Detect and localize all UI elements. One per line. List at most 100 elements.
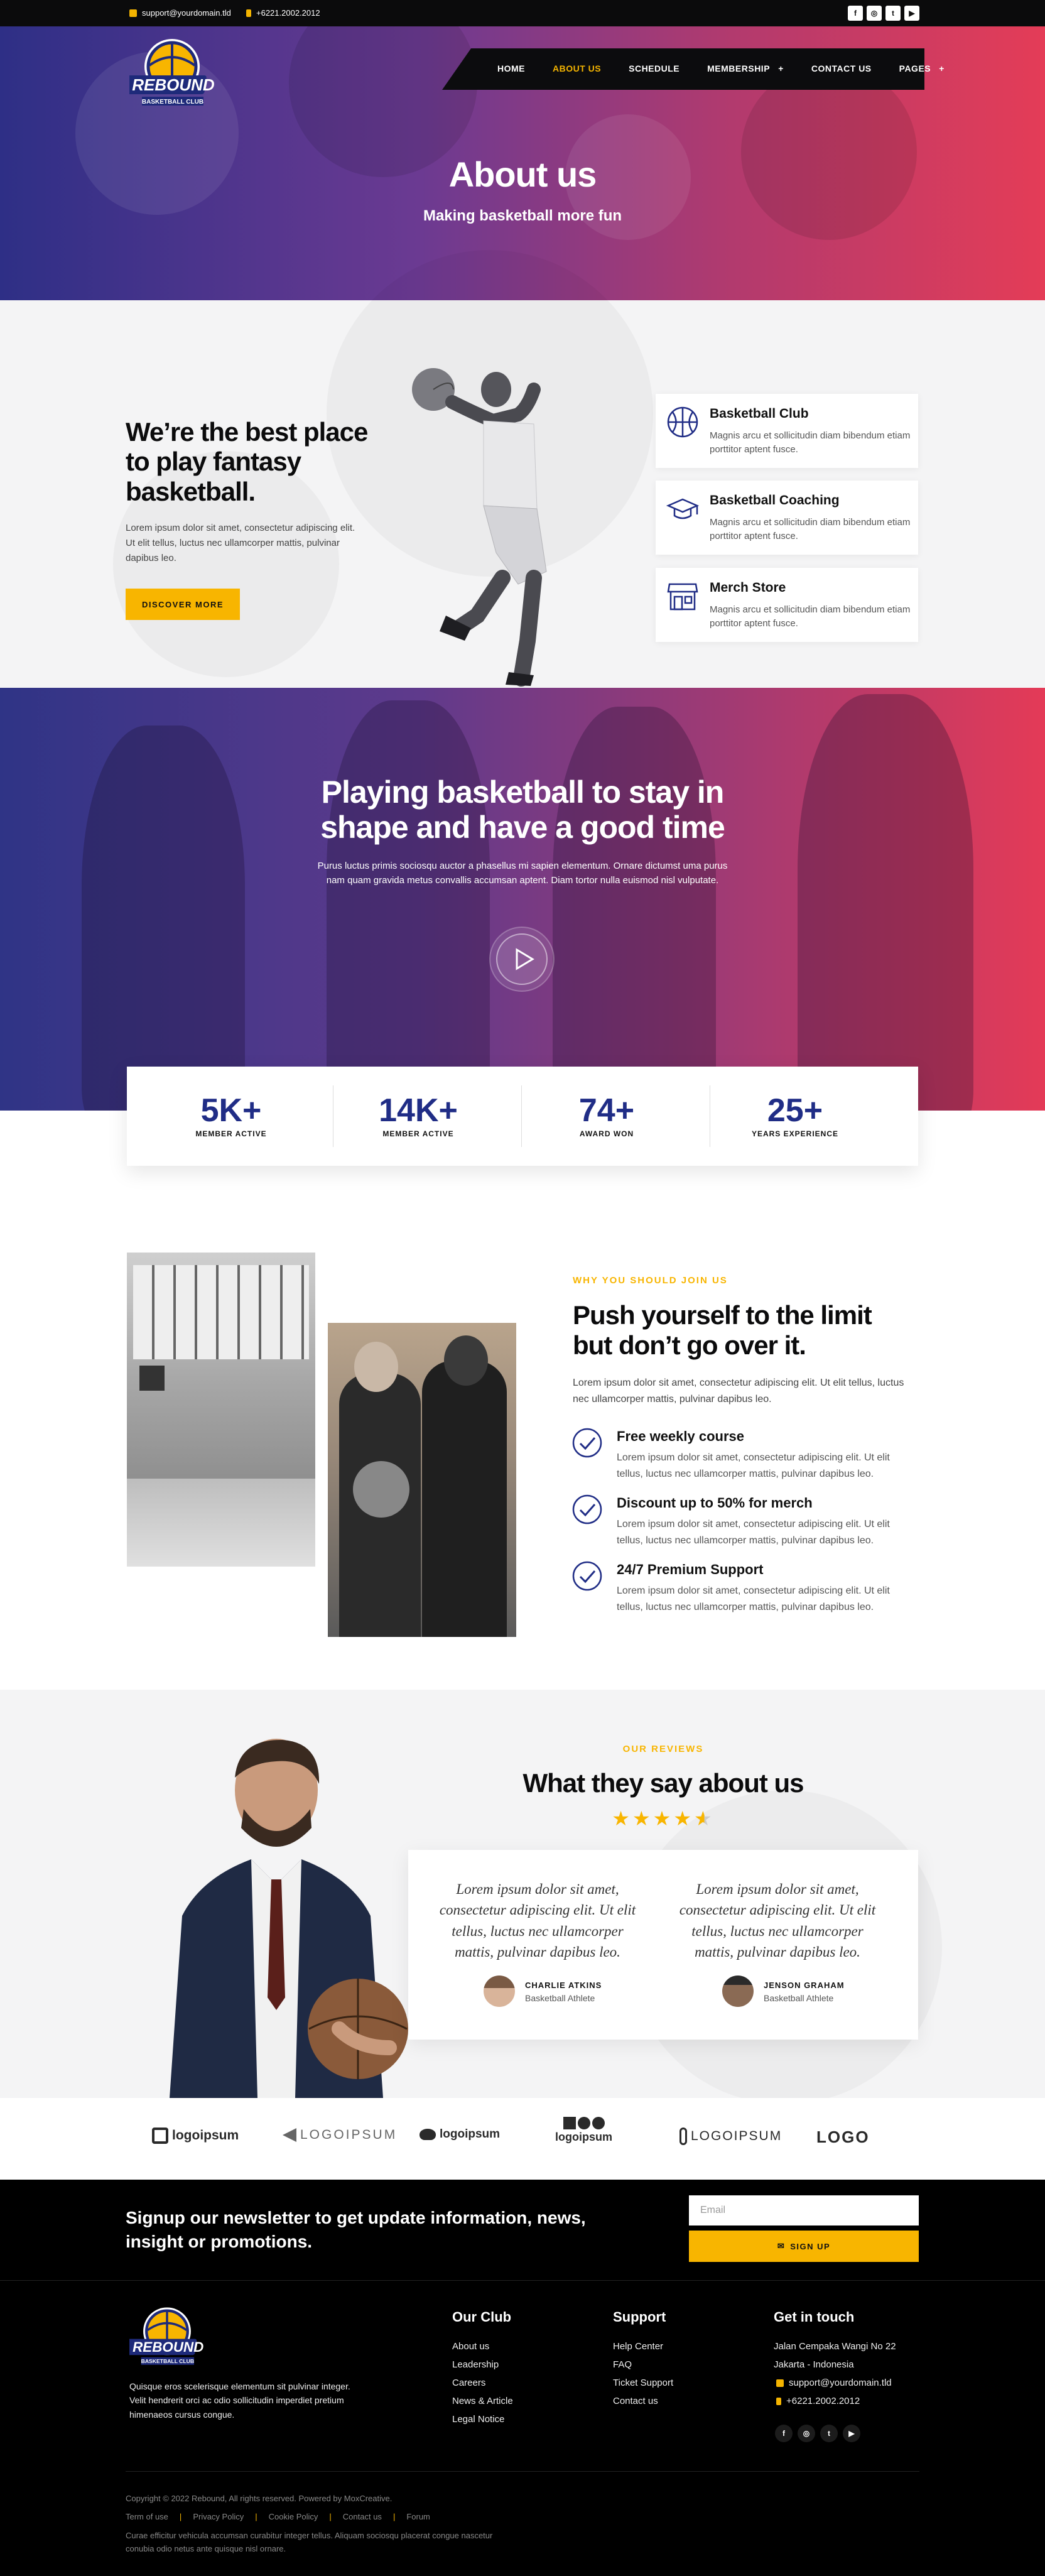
newsletter-email-input[interactable]: Email: [689, 2195, 919, 2225]
facebook-icon[interactable]: f: [775, 2425, 793, 2442]
footer-link[interactable]: Leadership: [452, 2359, 499, 2370]
legal-link[interactable]: Cookie Policy: [269, 2512, 318, 2521]
reviewer-role: Basketball Athlete: [764, 1993, 834, 2003]
gym-floor: [127, 1479, 315, 1567]
footer-link[interactable]: Careers: [452, 2378, 485, 2388]
nav-membership-label: MEMBERSHIP: [707, 63, 771, 73]
review-quote: Lorem ipsum dolor sit amet, consectetur …: [679, 1881, 876, 1960]
youtube-icon[interactable]: ▶: [843, 2425, 860, 2442]
footer-link[interactable]: Ticket Support: [613, 2378, 673, 2388]
player-silhouette: [327, 700, 490, 1111]
footer-phone[interactable]: +6221.2002.2012: [776, 2396, 860, 2406]
video-heading: Playing basketball to stay in shape and …: [320, 774, 725, 845]
footer-email[interactable]: support@yourdomain.tld: [776, 2378, 892, 2388]
store-icon: [667, 583, 698, 611]
basketball: [353, 1461, 409, 1518]
stat-item: 74+ AWARD WON: [512, 1067, 701, 1166]
legal-links: Term of use | Privacy Policy | Cookie Poli…: [126, 2512, 430, 2521]
reviewer-name: CHARLIE ATKINS: [525, 1981, 602, 1990]
twitter-icon[interactable]: t: [820, 2425, 838, 2442]
brand-logo[interactable]: REBOUND BASKETBALL CLUB: [129, 36, 215, 109]
phone-icon: [246, 9, 251, 17]
footer-logo[interactable]: REBOUND BASKETBALL CLUB: [129, 2305, 205, 2368]
newsletter-text: Signup our newsletter to get update info…: [126, 2208, 586, 2251]
footer-link[interactable]: News & Article: [452, 2396, 513, 2406]
nav-about-us[interactable]: ABOUT US: [553, 63, 601, 73]
card-basketball-club[interactable]: Basketball Club Magnis arcu et sollicitu…: [656, 394, 918, 468]
brand-name: REBOUND: [133, 2339, 203, 2355]
basketball-icon: [667, 406, 698, 438]
footer-heading: Support: [613, 2309, 666, 2325]
reviews-carousel: Lorem ipsum dolor sit amet, consectetur …: [408, 1850, 918, 2040]
page-title: About us: [448, 155, 597, 194]
join-text: Lorem ipsum dolor sit amet, consectetur …: [573, 1378, 904, 1405]
logo-mark-icon: [680, 2128, 687, 2145]
card-text: Magnis arcu et sollicitudin diam bibendu…: [710, 430, 911, 455]
youtube-icon[interactable]: ▶: [904, 6, 919, 21]
signup-button[interactable]: ✉ SIGN UP: [689, 2231, 919, 2262]
divider: [126, 2471, 919, 2472]
footer-socials: f ◎ t ▶: [775, 2425, 860, 2442]
footer-heading: Our Club: [452, 2309, 512, 2325]
nav-contact-us[interactable]: CONTACT US: [811, 63, 872, 73]
feature-text: Lorem ipsum dolor sit amet, consectetur …: [617, 1452, 890, 1479]
legal-link[interactable]: Contact us: [343, 2512, 382, 2521]
card-merch-store[interactable]: Merch Store Magnis arcu et sollicitudin …: [656, 568, 918, 642]
envelope-icon: ✉: [777, 2241, 786, 2251]
basket-hoop: [139, 1366, 165, 1391]
check-circle-icon: [572, 1494, 602, 1524]
instagram-icon[interactable]: ◎: [798, 2425, 815, 2442]
logo-text: logoipsum: [172, 2128, 239, 2143]
legal-link[interactable]: Privacy Policy: [193, 2512, 244, 2521]
logo-text: logoipsum: [440, 2128, 501, 2141]
topbar-phone[interactable]: +6221.2002.2012: [246, 8, 320, 18]
top-bar: support@yourdomain.tld +6221.2002.2012 f…: [0, 0, 1045, 26]
stat-value: 14K+: [379, 1092, 458, 1129]
nav-schedule[interactable]: SCHEDULE: [629, 63, 680, 73]
play-video-button[interactable]: [489, 926, 555, 992]
star-icon: ★: [632, 1807, 653, 1830]
copyright: Copyright © 2022 Rebound, All rights res…: [126, 2494, 393, 2503]
card-title: Basketball Coaching: [710, 493, 840, 508]
topbar-email[interactable]: support@yourdomain.tld: [129, 8, 231, 18]
topbar-email-text: support@yourdomain.tld: [142, 8, 231, 18]
footer-link[interactable]: Contact us: [613, 2396, 658, 2406]
feature-text: Lorem ipsum dolor sit amet, consectetur …: [617, 1519, 890, 1546]
separator: |: [393, 2512, 396, 2521]
partner-logos: logoipsum LOGOIPSUM logoipsum logoipsum …: [0, 2098, 1045, 2180]
logo-text: LOGOIPSUM: [691, 2129, 782, 2143]
divider: [0, 2280, 1045, 2281]
footer-link[interactable]: Help Center: [613, 2341, 663, 2352]
discover-more-button[interactable]: DISCOVER MORE: [126, 589, 240, 620]
star-half-icon: ★: [694, 1807, 715, 1830]
card-basketball-coaching[interactable]: Basketball Coaching Magnis arcu et solli…: [656, 481, 918, 555]
reviewer-role: Basketball Athlete: [525, 1993, 595, 2003]
separator: |: [255, 2512, 257, 2521]
nav-pages-label: PAGES: [899, 63, 931, 73]
nav-pages[interactable]: PAGES +: [899, 63, 945, 73]
legal-link[interactable]: Forum: [406, 2512, 430, 2521]
instagram-icon[interactable]: ◎: [867, 6, 882, 21]
footer-link[interactable]: About us: [452, 2341, 489, 2352]
nav-home[interactable]: HOME: [497, 63, 525, 73]
nav-membership[interactable]: MEMBERSHIP +: [707, 63, 784, 73]
feature-text: Lorem ipsum dolor sit amet, consectetur …: [617, 1585, 890, 1612]
email-icon: [776, 2379, 784, 2387]
legal-link[interactable]: Term of use: [126, 2512, 168, 2521]
logo-mark-icon: [563, 2117, 605, 2129]
footer-link[interactable]: FAQ: [613, 2359, 632, 2370]
footer-about: Quisque eros scelerisque elementum sit p…: [129, 2381, 350, 2420]
brand-tagline: BASKETBALL CLUB: [142, 99, 203, 106]
separator: |: [329, 2512, 332, 2521]
gym-photo: [127, 1253, 315, 1567]
gym-windows: [133, 1265, 309, 1359]
facebook-icon[interactable]: f: [848, 6, 863, 21]
avatar: [722, 1975, 754, 2007]
player-silhouette: [798, 694, 973, 1111]
footer-address: Jakarta - Indonesia: [774, 2359, 854, 2370]
twitter-icon[interactable]: t: [885, 6, 901, 21]
stat-label: AWARD WON: [579, 1129, 634, 1138]
email-icon: [129, 9, 137, 17]
partner-logo: LOGOIPSUM: [680, 2128, 782, 2145]
footer-link[interactable]: Legal Notice: [452, 2414, 504, 2425]
